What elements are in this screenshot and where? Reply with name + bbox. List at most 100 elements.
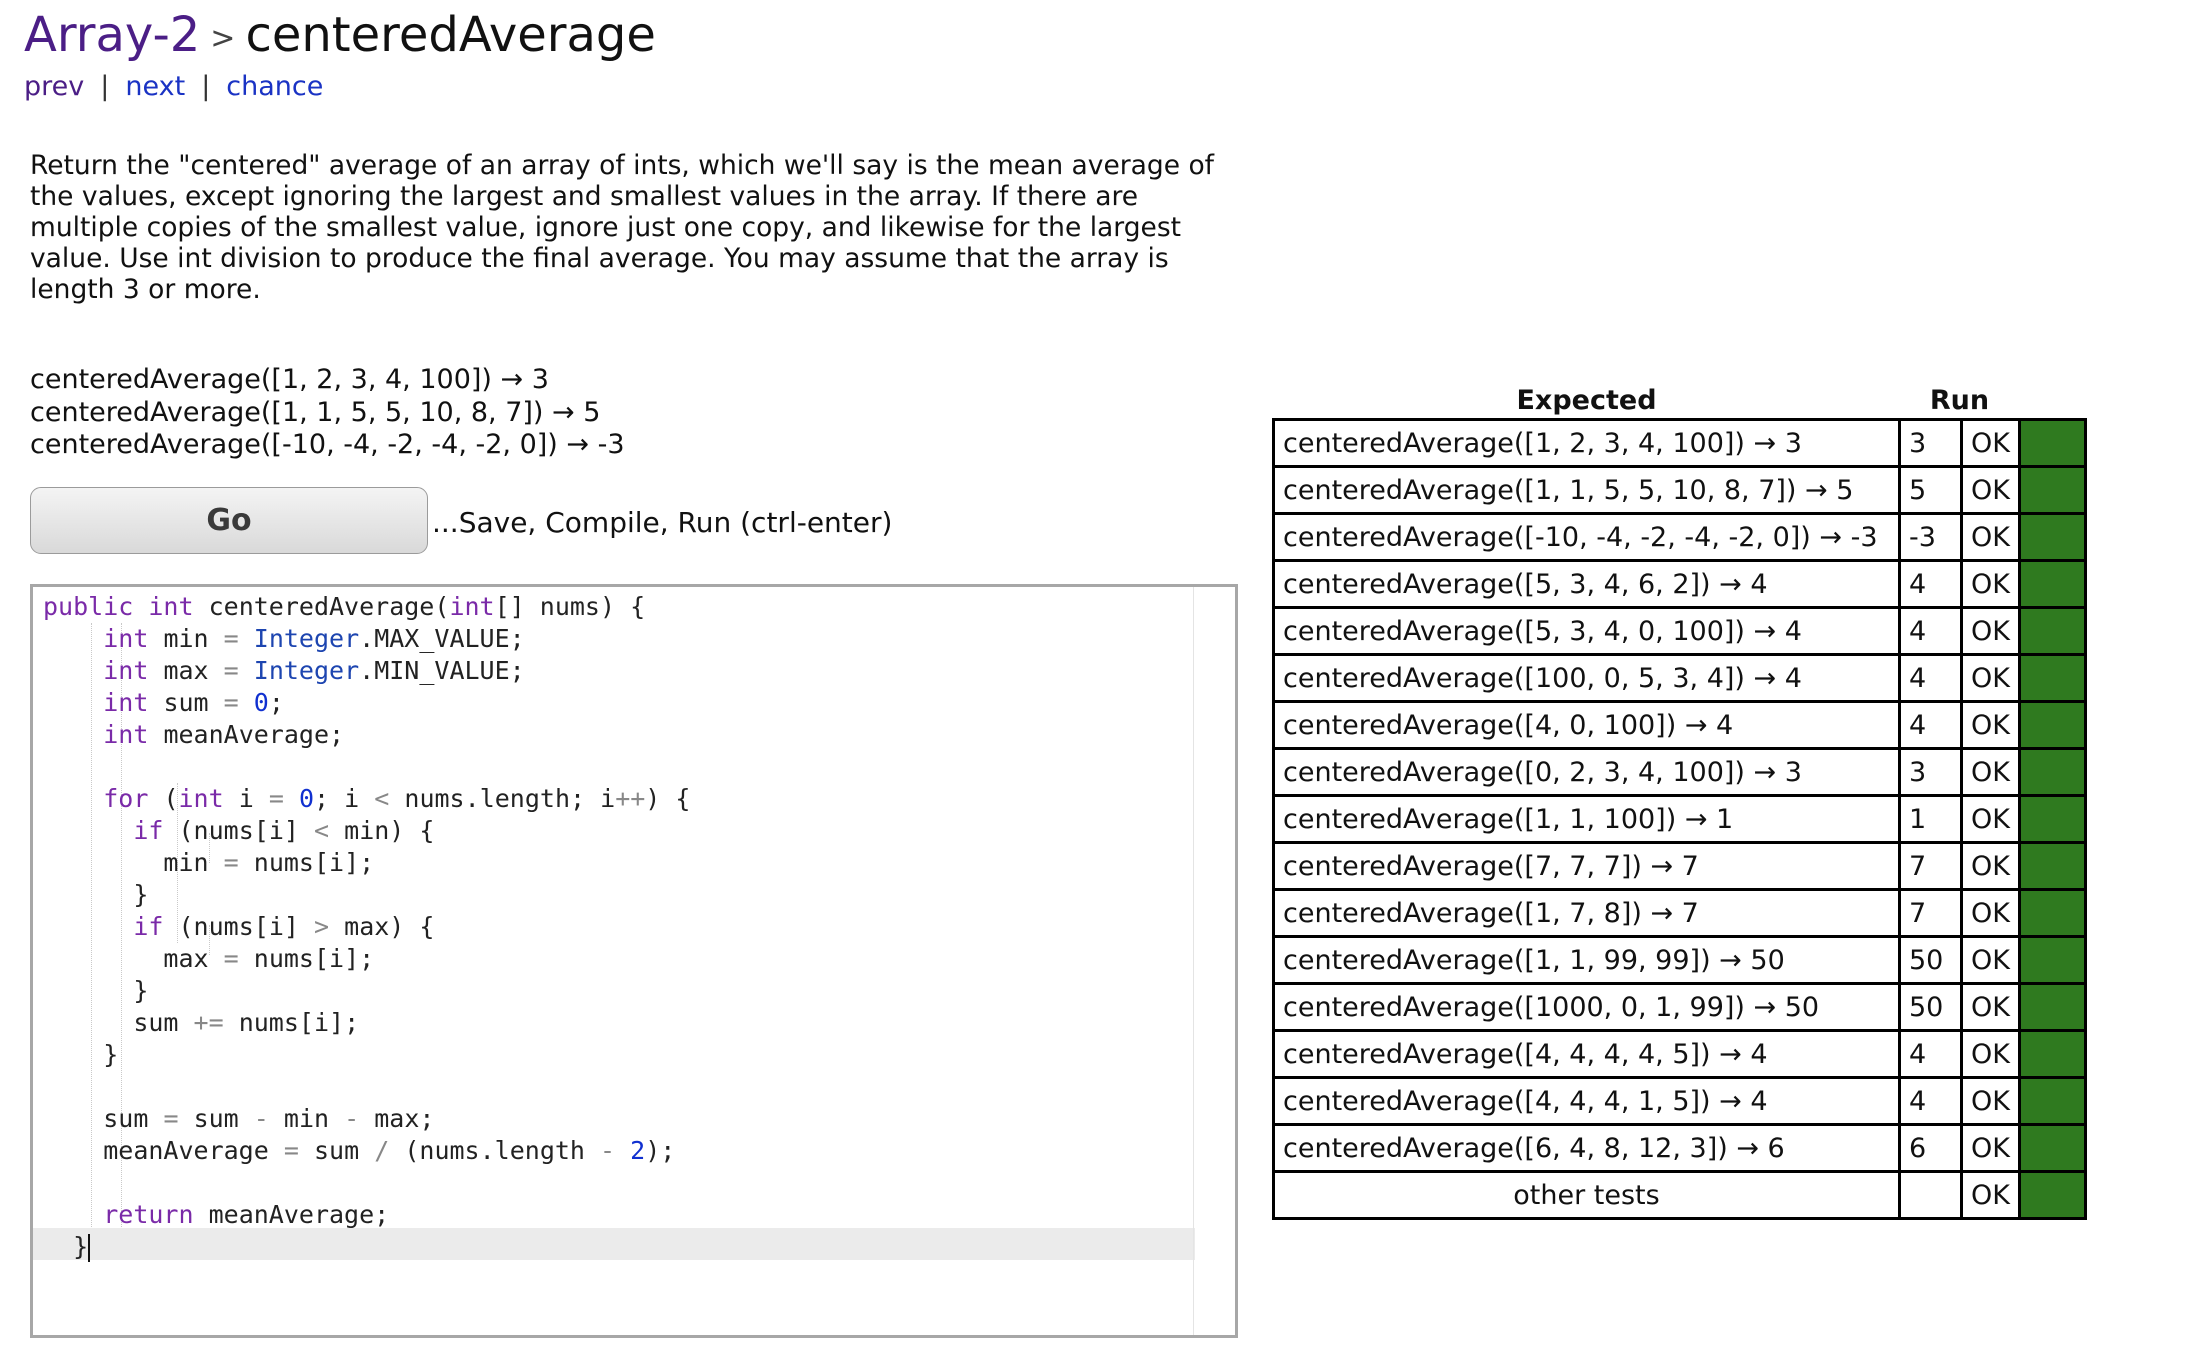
code-line[interactable]: sum = sum - min - max; xyxy=(43,1103,690,1135)
code-line[interactable]: min = nums[i]; xyxy=(43,847,690,879)
result-row: centeredAverage([1, 1, 99, 99]) → 50 50 OK xyxy=(1272,935,2087,985)
expected-cell: centeredAverage([4, 4, 4, 4, 5]) → 4 xyxy=(1272,1029,1901,1079)
code-line[interactable]: max = nums[i]; xyxy=(43,943,690,975)
run-cell: 3 xyxy=(1898,418,1963,468)
run-cell: 5 xyxy=(1898,465,1963,515)
status-text-cell: OK xyxy=(1960,1170,2021,1220)
expected-cell: centeredAverage([1000, 0, 1, 99]) → 50 xyxy=(1272,982,1901,1032)
go-hint: ...Save, Compile, Run (ctrl-enter) xyxy=(432,506,893,539)
status-text-cell: OK xyxy=(1960,700,2021,750)
result-row: centeredAverage([6, 4, 8, 12, 3]) → 6 6 OK xyxy=(1272,1123,2087,1173)
run-cell xyxy=(1898,1170,1963,1220)
page-title: centeredAverage xyxy=(245,7,656,63)
code-line[interactable] xyxy=(43,1167,690,1199)
run-header: Run xyxy=(1929,384,1990,416)
example-line: centeredAverage([-10, -4, -2, -4, -2, 0]… xyxy=(30,429,625,460)
expected-cell: centeredAverage([5, 3, 4, 0, 100]) → 4 xyxy=(1272,606,1901,656)
status-text-cell: OK xyxy=(1960,418,2021,468)
status-text-cell: OK xyxy=(1960,465,2021,515)
status-color-cell xyxy=(2018,888,2087,938)
expected-cell: centeredAverage([1, 1, 100]) → 1 xyxy=(1272,794,1901,844)
chance-link[interactable]: chance xyxy=(226,71,323,102)
status-text-cell: OK xyxy=(1960,653,2021,703)
status-color-cell xyxy=(2018,935,2087,985)
status-text-cell: OK xyxy=(1960,606,2021,656)
code-line[interactable]: int max = Integer.MIN_VALUE; xyxy=(43,655,690,687)
code-line[interactable]: } xyxy=(43,1039,690,1071)
expected-cell: centeredAverage([0, 2, 3, 4, 100]) → 3 xyxy=(1272,747,1901,797)
prev-link[interactable]: prev xyxy=(24,71,84,102)
run-cell: 7 xyxy=(1898,841,1963,891)
code-line[interactable]: } xyxy=(43,975,690,1007)
result-row: centeredAverage([1, 1, 5, 5, 10, 8, 7]) … xyxy=(1272,465,2087,515)
other-tests-label: other tests xyxy=(1272,1170,1901,1220)
header: Array-2 > centeredAverage prev | next | chance xyxy=(24,6,656,106)
code-editor[interactable]: public int centeredAverage(int[] nums) {… xyxy=(30,584,1238,1338)
status-text-cell: OK xyxy=(1960,982,2021,1032)
result-row: centeredAverage([1, 1, 100]) → 1 1 OK xyxy=(1272,794,2087,844)
status-text-cell: OK xyxy=(1960,794,2021,844)
result-row: centeredAverage([0, 2, 3, 4, 100]) → 33O… xyxy=(1272,747,2087,797)
expected-cell: centeredAverage([4, 4, 4, 1, 5]) → 4 xyxy=(1272,1076,1901,1126)
run-cell: 6 xyxy=(1898,1123,1963,1173)
run-cell: 50 xyxy=(1898,935,1963,985)
status-color-cell xyxy=(2018,1170,2087,1220)
status-text-cell: OK xyxy=(1960,512,2021,562)
code-line[interactable]: } xyxy=(43,879,690,911)
run-cell: 3 xyxy=(1898,747,1963,797)
code-line[interactable]: if (nums[i] > max) { xyxy=(43,911,690,943)
status-color-cell xyxy=(2018,1029,2087,1079)
status-color-cell xyxy=(2018,982,2087,1032)
expected-cell: centeredAverage([1, 2, 3, 4, 100]) → 3 xyxy=(1272,418,1901,468)
run-cell: 4 xyxy=(1898,700,1963,750)
expected-cell: centeredAverage([4, 0, 100]) → 4 xyxy=(1272,700,1901,750)
code-line[interactable]: meanAverage = sum / (nums.length - 2); xyxy=(43,1135,690,1167)
code-line[interactable]: public int centeredAverage(int[] nums) { xyxy=(43,591,690,623)
examples: centeredAverage([1, 2, 3, 4, 100]) → 3 c… xyxy=(30,364,625,462)
result-row: centeredAverage([100, 0, 5, 3, 4]) → 44O… xyxy=(1272,653,2087,703)
status-text-cell: OK xyxy=(1960,747,2021,797)
results-table: Expected Run centeredAverage([1, 2, 3, 4… xyxy=(1272,382,2087,1220)
status-color-cell xyxy=(2018,512,2087,562)
status-color-cell xyxy=(2018,700,2087,750)
result-row: centeredAverage([1, 7, 8]) → 7 7 OK xyxy=(1272,888,2087,938)
code-line[interactable]: if (nums[i] < min) { xyxy=(43,815,690,847)
status-header xyxy=(2020,382,2086,420)
code-line[interactable]: int sum = 0; xyxy=(43,687,690,719)
status-color-cell xyxy=(2018,606,2087,656)
result-row: centeredAverage([5, 3, 4, 6, 2]) → 4 4 OK xyxy=(1272,559,2087,609)
status-color-cell xyxy=(2018,418,2087,468)
status-text-cell: OK xyxy=(1960,1076,2021,1126)
code-line[interactable] xyxy=(43,1071,690,1103)
problem-description: Return the "centered" average of an arra… xyxy=(30,150,1214,305)
nav-divider: | xyxy=(100,71,110,102)
code-line[interactable]: for (int i = 0; i < nums.length; i++) { xyxy=(43,783,690,815)
run-cell: 4 xyxy=(1898,559,1963,609)
result-row: centeredAverage([4, 4, 4, 1, 5]) → 4 4 OK xyxy=(1272,1076,2087,1126)
code-line[interactable]: int meanAverage; xyxy=(43,719,690,751)
status-color-cell xyxy=(2018,653,2087,703)
status-color-cell xyxy=(2018,465,2087,515)
code-line[interactable] xyxy=(43,751,690,783)
run-cell: 4 xyxy=(1898,1029,1963,1079)
code-line[interactable]: return meanAverage; xyxy=(43,1199,690,1231)
next-link[interactable]: next xyxy=(125,71,185,102)
breadcrumb-section-link[interactable]: Array-2 xyxy=(24,7,200,63)
code-line[interactable]: int min = Integer.MAX_VALUE; xyxy=(43,623,690,655)
result-row: centeredAverage([5, 3, 4, 0, 100]) → 44O… xyxy=(1272,606,2087,656)
code-line[interactable]: } xyxy=(43,1231,690,1263)
expected-cell: centeredAverage([5, 3, 4, 6, 2]) → 4 xyxy=(1272,559,1901,609)
run-cell: 7 xyxy=(1898,888,1963,938)
result-row: centeredAverage([4, 0, 100]) → 4 4 OK xyxy=(1272,700,2087,750)
run-cell: 1 xyxy=(1898,794,1963,844)
nav-divider: | xyxy=(201,71,211,102)
code-line[interactable]: sum += nums[i]; xyxy=(43,1007,690,1039)
code-lines: public int centeredAverage(int[] nums) {… xyxy=(43,591,690,1263)
breadcrumb: Array-2 > centeredAverage xyxy=(24,6,656,68)
run-cell: 50 xyxy=(1898,982,1963,1032)
status-color-cell xyxy=(2018,794,2087,844)
go-button[interactable]: Go xyxy=(30,487,428,554)
example-line: centeredAverage([1, 2, 3, 4, 100]) → 3 xyxy=(30,364,549,395)
other-tests-row: other tests OK xyxy=(1272,1170,2087,1220)
status-text-cell: OK xyxy=(1960,1029,2021,1079)
